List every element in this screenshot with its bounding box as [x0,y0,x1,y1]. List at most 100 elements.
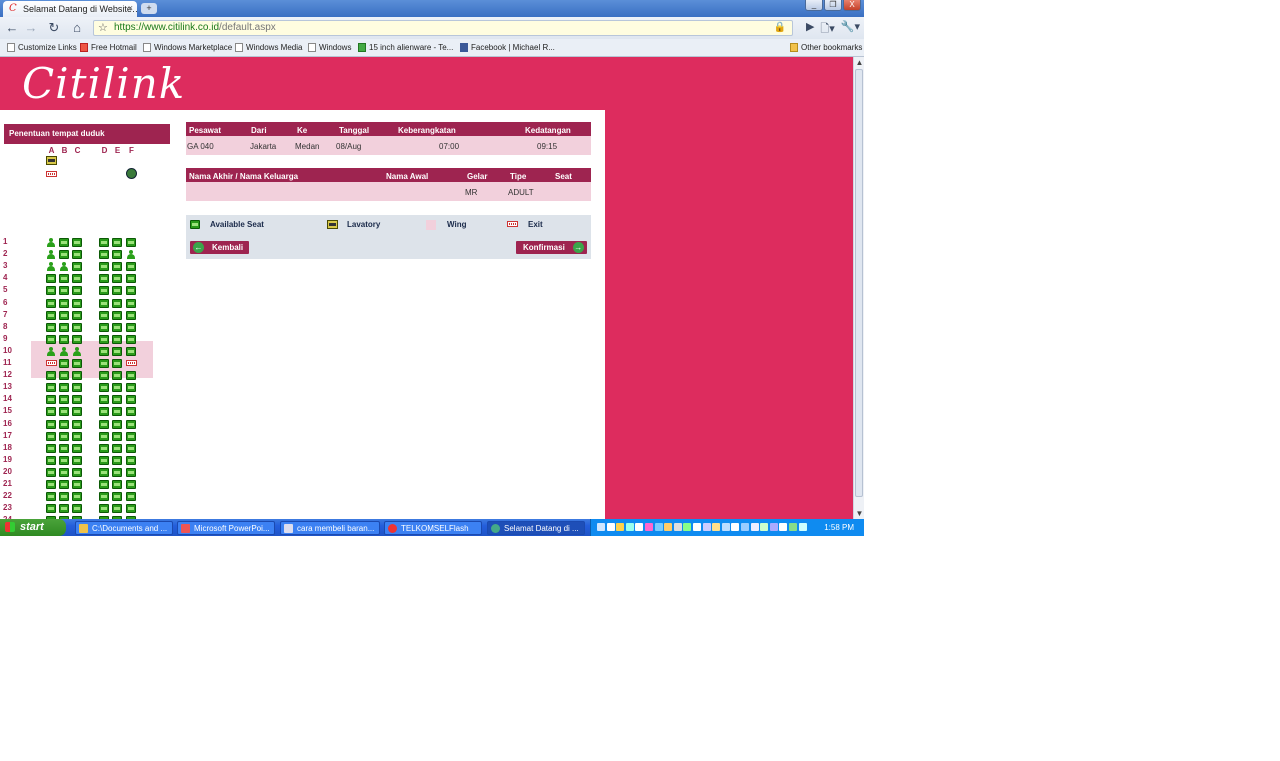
seat-8D[interactable] [99,322,109,332]
seat-18F[interactable] [126,443,136,453]
seat-18E[interactable] [112,443,122,453]
bookmark-customize-links[interactable]: Customize Links [7,43,77,52]
tray-icon[interactable] [673,523,682,531]
seat-13F[interactable] [126,383,136,393]
seat-6C[interactable] [72,298,82,308]
seat-7D[interactable] [99,310,109,320]
tray-icon[interactable] [693,523,701,531]
seat-20B[interactable] [59,467,69,477]
bookmark-facebook[interactable]: Facebook | Michael R... [460,43,555,52]
seat-15F[interactable] [126,407,136,417]
seat-15A[interactable] [46,407,56,417]
seat-20D[interactable] [99,467,109,477]
seat-19B[interactable] [59,455,69,465]
seat-16B[interactable] [59,419,69,429]
seat-21E[interactable] [112,480,122,489]
seat-5C[interactable] [72,286,82,296]
task-document[interactable]: cara membeli baran... [280,521,380,535]
tray-icon[interactable] [789,523,797,531]
bookmark-free-hotmail[interactable]: Free Hotmail [80,43,137,52]
seat-2E[interactable] [112,250,122,260]
task-explorer[interactable]: C:\Documents and ... [75,521,173,535]
tray-icon[interactable] [645,523,653,531]
seat-17C[interactable] [72,431,82,441]
seat-19E[interactable] [112,455,122,465]
close-window-button[interactable]: X [843,0,861,11]
seat-11C[interactable] [72,359,82,368]
seat-18B[interactable] [59,443,69,453]
seat-18D[interactable] [99,443,109,453]
seat-1C[interactable] [72,238,82,247]
address-bar[interactable]: ☆ https://www.citilink.co.id/default.asp… [93,20,793,36]
tray-icon[interactable] [741,523,749,531]
scroll-thumb[interactable] [855,69,863,497]
task-telkomsel[interactable]: TELKOMSELFlash [384,521,482,535]
seat-13B[interactable] [59,383,69,393]
seat-20C[interactable] [72,467,82,477]
seat-4D[interactable] [99,274,109,284]
seat-21C[interactable] [72,480,82,489]
seat-2C[interactable] [72,250,82,260]
seat-2D[interactable] [99,250,109,260]
seat-15B[interactable] [59,407,69,417]
seat-19D[interactable] [99,455,109,465]
tray-icon[interactable] [712,523,721,531]
seat-4A[interactable] [46,274,56,284]
tray-icon[interactable] [683,523,692,531]
seat-8E[interactable] [112,322,122,332]
seat-3E[interactable] [112,262,122,272]
tab-close-icon[interactable]: × [128,3,133,13]
seat-6A[interactable] [46,298,56,308]
seat-8B[interactable] [59,322,69,332]
seat-16F[interactable] [126,419,136,429]
new-tab-button[interactable]: + [141,3,157,14]
seat-16A[interactable] [46,419,56,429]
seat-5D[interactable] [99,286,109,296]
tray-icon[interactable] [635,523,644,531]
seat-6B[interactable] [59,298,69,308]
seat-12A[interactable] [46,371,56,381]
seat-6F[interactable] [126,298,136,308]
seat-6E[interactable] [112,298,122,308]
task-powerpoint[interactable]: Microsoft PowerPoi... [177,521,275,535]
citilink-logo[interactable]: Citilink [22,59,185,108]
tray-icon[interactable] [616,523,625,531]
seat-13E[interactable] [112,383,122,393]
seat-14B[interactable] [59,395,69,405]
tray-icon[interactable] [654,523,663,531]
tray-icon[interactable] [750,523,759,531]
seat-23D[interactable] [99,504,109,514]
seat-15C[interactable] [72,407,82,417]
seat-7F[interactable] [126,310,136,320]
seat-22C[interactable] [72,492,82,502]
start-button[interactable]: start [0,519,66,536]
seat-4F[interactable] [126,274,136,284]
seat-20E[interactable] [112,467,122,477]
tray-icon[interactable] [625,523,634,531]
seat-17E[interactable] [112,431,122,441]
seat-16E[interactable] [112,419,122,429]
bookmark-windows[interactable]: Windows [308,43,351,52]
seat-9E[interactable] [112,334,122,344]
seat-19C[interactable] [72,455,82,465]
seat-18A[interactable] [46,443,56,453]
seat-22E[interactable] [112,492,122,502]
seat-11B[interactable] [59,359,69,368]
seat-23A[interactable] [46,504,56,514]
lock-icon[interactable]: 🔒 [774,21,786,35]
bookmark-star-icon[interactable]: ☆ [98,21,108,35]
seat-9A[interactable] [46,334,56,344]
seat-19A[interactable] [46,455,56,465]
seat-12E[interactable] [112,371,122,381]
seat-4B[interactable] [59,274,69,284]
seat-17D[interactable] [99,431,109,441]
seat-20F[interactable] [126,467,136,477]
seat-12D[interactable] [99,371,109,381]
seat-17F[interactable] [126,431,136,441]
seat-21D[interactable] [99,480,109,489]
seat-1D[interactable] [99,238,109,247]
seat-3C[interactable] [72,262,82,272]
reload-icon[interactable]: ↻ [45,20,63,36]
other-bookmarks[interactable]: Other bookmarks [790,43,862,52]
seat-22D[interactable] [99,492,109,502]
